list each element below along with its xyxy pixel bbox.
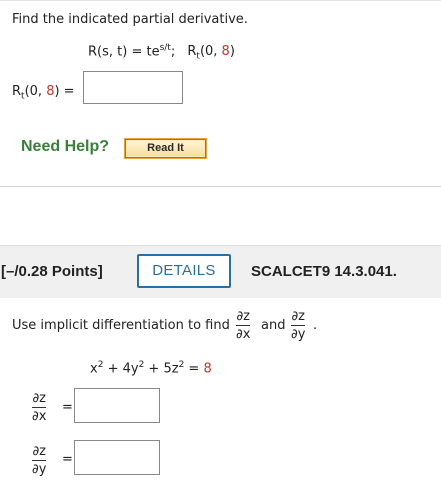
- answer-label-dz-dy: ∂z ∂y: [32, 444, 47, 477]
- target-value: 8: [221, 44, 230, 60]
- answer-input-r-t[interactable]: [83, 71, 183, 104]
- answer-label: Rt(0, 8) =: [12, 84, 75, 102]
- target-open: (0,: [199, 44, 222, 60]
- question-block-1: Find the indicated partial derivative. R…: [0, 0, 441, 187]
- answer-label-close: ) =: [54, 84, 75, 99]
- fraction-bar: [32, 460, 47, 461]
- answer-input-dz-dy[interactable]: [74, 440, 160, 475]
- equals-sign: =: [62, 400, 73, 415]
- and-text: and: [261, 318, 286, 333]
- fraction-denominator: ∂x: [236, 327, 251, 342]
- function-exponent: s/t: [159, 43, 171, 53]
- fraction-bar: [291, 325, 306, 326]
- target-derivative: Rt(0, 8): [187, 44, 235, 62]
- equals-sign: =: [62, 452, 73, 467]
- fraction-denominator: ∂y: [291, 327, 306, 342]
- function-lhs: R(s, t) = te: [88, 44, 160, 60]
- fraction-dz-dx: ∂z ∂x: [236, 309, 251, 342]
- fraction-denominator: ∂y: [32, 462, 47, 477]
- fraction-bar: [32, 407, 47, 408]
- points-label: [–/0.28 Points]: [1, 263, 103, 280]
- read-it-button[interactable]: Read It: [125, 139, 206, 158]
- eq-rhs-value: 8: [203, 361, 212, 377]
- eq-term-z: + 5z: [144, 361, 179, 377]
- fraction-dz-dy: ∂z ∂y: [291, 309, 306, 342]
- details-button[interactable]: DETAILS: [137, 254, 231, 288]
- function-definition: R(s, t) = tes/t; Rt(0, 8): [88, 43, 235, 62]
- function-separator: ;: [170, 44, 176, 60]
- fraction-numerator: ∂z: [32, 391, 46, 406]
- implicit-equation: x2 + 4y2 + 5z2 = 8: [90, 360, 212, 376]
- eq-term-y: + 4y: [103, 361, 139, 377]
- answer-label-open: (0,: [24, 84, 47, 99]
- answer-input-dz-dx[interactable]: [74, 388, 160, 423]
- answer-label-dz-dx: ∂z ∂x: [32, 391, 47, 424]
- fraction-bar: [236, 325, 251, 326]
- question-prompt-2: Use implicit differentiation to find: [12, 318, 230, 333]
- answer-label-symbol: R: [12, 84, 22, 99]
- question-header: [–/0.28 Points] DETAILS SCALCET9 14.3.04…: [0, 245, 441, 298]
- period-text: .: [313, 318, 318, 333]
- fraction-numerator: ∂z: [32, 444, 46, 459]
- problem-code: SCALCET9 14.3.041.: [251, 263, 397, 280]
- fraction-numerator: ∂z: [236, 309, 250, 324]
- fraction-denominator: ∂x: [32, 409, 47, 424]
- eq-term-x: x: [90, 361, 98, 377]
- question-prompt: Find the indicated partial derivative.: [12, 12, 248, 27]
- eq-equals: =: [184, 361, 204, 377]
- target-close: ): [229, 44, 235, 60]
- need-help-label: Need Help?: [21, 138, 110, 155]
- fraction-numerator: ∂z: [291, 309, 305, 324]
